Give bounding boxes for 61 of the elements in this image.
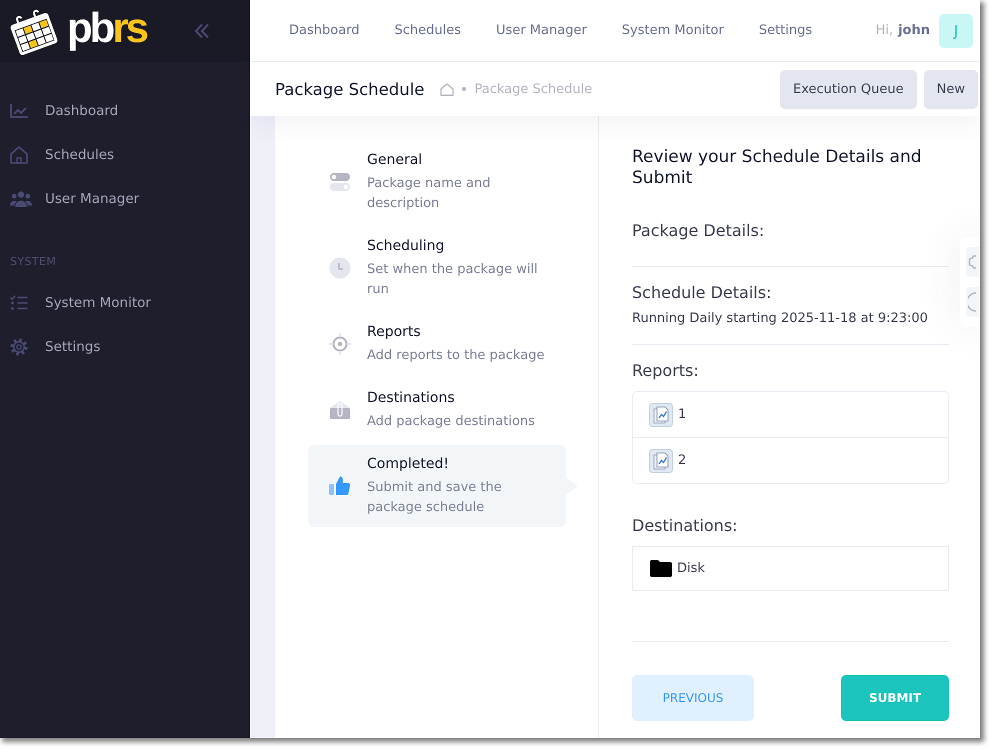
step-title: Reports <box>367 323 421 342</box>
section-label: Reports: <box>632 360 699 382</box>
greeting-text: Hi, <box>876 23 894 38</box>
schedule-summary: Running Daily starting 2025-11-18 at 9:23:00 <box>632 310 928 328</box>
nav-link[interactable]: Dashboard <box>281 17 368 44</box>
step-description: Package name and description <box>367 175 492 213</box>
wizard-step[interactable]: Destinations Add package destinations <box>308 379 566 441</box>
nav-link[interactable]: Settings <box>750 17 820 44</box>
crosshair-icon <box>328 332 352 356</box>
wizard-step[interactable]: Scheduling Set when the package will run <box>308 227 566 309</box>
sidebar-item[interactable]: User Manager <box>0 177 250 221</box>
logo-text: pbrs <box>67 7 146 49</box>
sidebar-item[interactable]: Schedules <box>0 133 250 177</box>
step-title: Completed! <box>367 455 449 474</box>
checklist-icon <box>10 295 28 311</box>
section-label: Schedule Details: <box>632 282 772 304</box>
toolbar-icon-button[interactable] <box>966 247 980 277</box>
double-chevron-icon <box>193 23 210 39</box>
page-title: Package Schedule <box>275 80 424 98</box>
wizard-step[interactable]: Reports Add reports to the package <box>308 313 566 375</box>
step-title: General <box>367 151 422 170</box>
review-heading: Review your Schedule Details and Submit <box>632 147 923 189</box>
wizard-step[interactable]: General Package name and description <box>308 141 566 223</box>
step-title: Destinations <box>367 389 455 408</box>
users-icon <box>10 191 32 207</box>
report-name: 1 <box>678 407 686 422</box>
thumbs-up-icon <box>328 474 352 498</box>
section-label: Destinations: <box>632 515 738 537</box>
nav-link[interactable]: Schedules <box>386 17 470 44</box>
user-name: john <box>898 23 930 38</box>
step-description: Add reports to the package <box>367 347 546 365</box>
section-label: Package Details: <box>632 220 764 242</box>
folder-icon <box>650 560 672 577</box>
step-description: Add package destinations <box>367 413 536 431</box>
step-description: Set when the package will run <box>367 261 539 299</box>
partial-gear-icon <box>968 255 976 269</box>
toggle-icon <box>328 170 352 194</box>
nav-link[interactable]: System Monitor <box>614 17 732 44</box>
nav-link[interactable]: User Manager <box>488 17 595 44</box>
report-name: 2 <box>678 453 686 468</box>
destination-name: Disk <box>677 561 705 576</box>
sidebar-item[interactable]: System Monitor <box>0 281 250 325</box>
toolbar-button[interactable]: Execution Queue <box>780 70 917 108</box>
toolbar-button[interactable]: New <box>924 70 978 108</box>
envelope-icon <box>328 398 352 422</box>
clock-icon <box>328 256 352 280</box>
sidebar-item[interactable]: Settings <box>0 325 250 369</box>
home-icon[interactable] <box>440 82 454 96</box>
chart-icon <box>10 104 28 118</box>
sidebar-section-heading: SYSTEM <box>9 254 58 270</box>
settings-icon <box>10 338 28 356</box>
step-description: Submit and save the package schedule <box>367 479 503 517</box>
report-icon <box>649 448 673 472</box>
separator-dot-icon <box>462 87 466 91</box>
step-title: Scheduling <box>367 237 444 256</box>
home-icon <box>10 146 28 164</box>
wizard-step[interactable]: Completed! Submit and save the package schedule <box>308 445 566 527</box>
report-icon <box>649 402 673 426</box>
toolbar-icon-button[interactable] <box>966 287 980 317</box>
sidebar-item[interactable]: Dashboard <box>0 89 250 133</box>
collapse-sidebar-button[interactable] <box>193 23 210 39</box>
